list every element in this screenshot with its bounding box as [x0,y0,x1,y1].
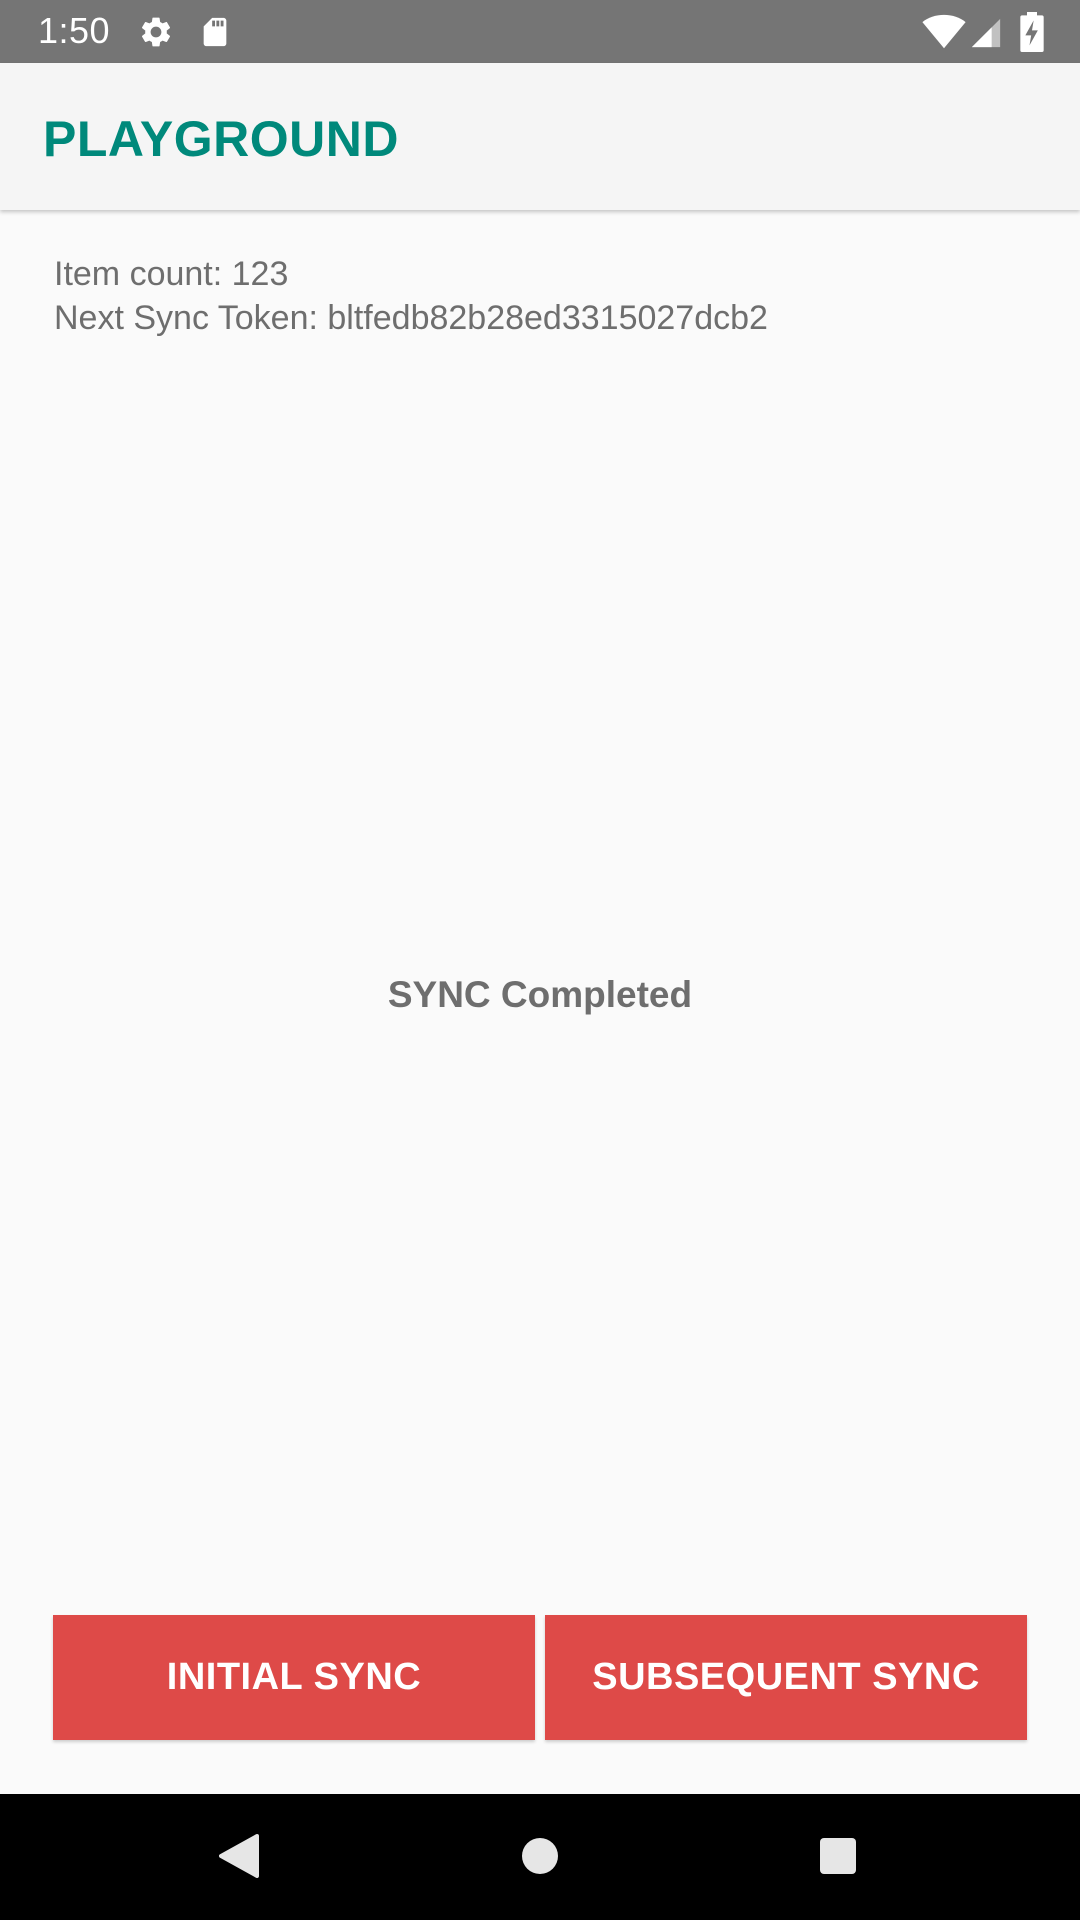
subsequent-sync-button[interactable]: SUBSEQUENT SYNC [545,1615,1027,1740]
sd-card-icon [203,17,227,47]
wifi-icon [922,14,966,49]
signal-icon [971,18,1001,48]
sync-status-text: SYNC Completed [387,974,693,1015]
home-button[interactable] [500,1816,580,1896]
status-bar: 1:50 [0,0,1080,63]
back-button[interactable] [199,1816,279,1896]
back-icon [219,1834,259,1878]
item-count-text: Item count: 123 [54,255,289,293]
settings-icon [141,17,171,47]
recents-button[interactable] [798,1816,878,1896]
status-time: 1:50 [38,10,111,51]
app-bar: PLAYGROUND [0,63,1080,210]
navigation-bar [0,1794,1080,1920]
recents-icon [820,1838,856,1874]
main-content: Item count: 123 Next Sync Token: bltfedb… [0,210,1080,1794]
home-icon [522,1838,558,1874]
app-title: PLAYGROUND [43,111,399,167]
sync-token-text: Next Sync Token: bltfedb82b28ed3315027dc… [54,299,768,337]
initial-sync-button[interactable]: INITIAL SYNC [53,1615,535,1740]
battery-charging-icon [1020,12,1044,52]
